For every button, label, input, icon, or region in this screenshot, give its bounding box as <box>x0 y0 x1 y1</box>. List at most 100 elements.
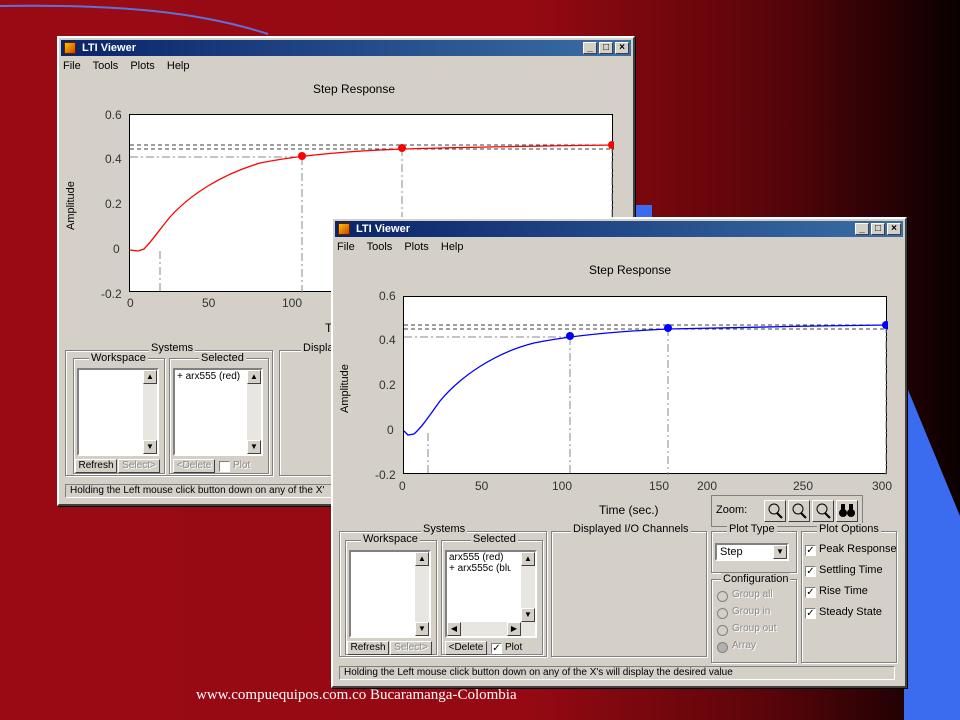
y-tick: 0.6 <box>105 108 122 122</box>
x-tick: 150 <box>649 479 670 493</box>
x-tick: 0 <box>127 296 134 310</box>
menu-file[interactable]: File <box>337 241 355 253</box>
close-button[interactable]: × <box>887 223 901 235</box>
radio-group-out[interactable] <box>717 625 728 636</box>
io-channels-frame <box>551 531 707 657</box>
zoom-in-x-button[interactable] <box>764 500 786 522</box>
scroll-left-icon[interactable]: ◀ <box>447 622 461 636</box>
systems-label: Systems <box>421 523 468 535</box>
step-response-plot <box>404 321 888 475</box>
scroll-up-icon[interactable]: ▲ <box>415 552 429 566</box>
selected-label: Selected <box>199 352 246 364</box>
radio-label: Group out <box>732 623 777 634</box>
minimize-button[interactable]: _ <box>855 223 869 235</box>
select-button[interactable]: Select> <box>390 641 432 655</box>
scroll-up-icon[interactable]: ▲ <box>521 552 535 566</box>
scroll-down-icon[interactable]: ▼ <box>521 608 535 622</box>
list-item[interactable]: + arx555c (blue <box>447 563 511 574</box>
blue-step-curve <box>404 324 888 436</box>
peak-marker <box>608 141 614 149</box>
x-tick: 300 <box>872 479 893 493</box>
workspace-label: Workspace <box>89 352 148 364</box>
plot-type-select[interactable]: Step ▼ <box>715 543 789 561</box>
scroll-down-icon[interactable]: ▼ <box>415 622 429 636</box>
workspace-list[interactable]: ▲ ▼ <box>77 368 159 456</box>
close-button[interactable]: × <box>615 42 629 54</box>
plot-checkbox[interactable] <box>219 461 230 472</box>
window-title: LTI Viewer <box>356 223 411 235</box>
status-bar: Holding the Left mouse click button down… <box>339 666 895 680</box>
plot-type-label: Plot Type <box>727 523 777 535</box>
y-axis-label: Amplitude <box>339 364 351 413</box>
matlab-icon <box>338 223 350 235</box>
y-tick: 0.4 <box>379 333 396 347</box>
scroll-up-icon[interactable]: ▲ <box>247 370 261 384</box>
footer-text: www.compuequipos.com.co Bucaramanga-Colo… <box>196 687 517 703</box>
radio-group-all[interactable] <box>717 591 728 602</box>
menu-file[interactable]: File <box>63 60 81 72</box>
rise-time-checkbox[interactable]: ✓ <box>805 587 816 598</box>
y-tick: 0 <box>387 423 394 437</box>
menu-plots[interactable]: Plots <box>130 60 154 72</box>
magnifier-icon <box>816 503 831 519</box>
x-tick: 250 <box>793 479 814 493</box>
select-button[interactable]: Select> <box>118 459 160 473</box>
delete-button[interactable]: <Delete <box>445 641 487 655</box>
window-title: LTI Viewer <box>82 42 137 54</box>
magnifier-icon <box>768 503 783 519</box>
radio-group-in[interactable] <box>717 608 728 619</box>
scroll-down-icon[interactable]: ▼ <box>247 440 261 454</box>
selected-scrollbar[interactable]: ▲ ▼ <box>521 552 535 622</box>
radio-array[interactable] <box>717 642 728 653</box>
refresh-button[interactable]: Refresh <box>75 459 117 473</box>
menu-tools[interactable]: Tools <box>93 60 119 72</box>
steady-state-checkbox[interactable]: ✓ <box>805 608 816 619</box>
chevron-down-icon[interactable]: ▼ <box>773 545 787 559</box>
workspace-scrollbar[interactable]: ▲ ▼ <box>143 370 157 454</box>
scroll-up-icon[interactable]: ▲ <box>143 370 157 384</box>
minimize-button[interactable]: _ <box>583 42 597 54</box>
maximize-button[interactable]: □ <box>599 42 613 54</box>
scroll-right-icon[interactable]: ▶ <box>507 622 521 636</box>
io-channels-label: Displayed I/O Channels <box>571 523 691 535</box>
workspace-list[interactable]: ▲ ▼ <box>349 550 431 638</box>
settling-time-checkbox[interactable]: ✓ <box>805 566 816 577</box>
zoom-out-button[interactable] <box>812 500 834 522</box>
plot-checkbox-label: Plot <box>505 642 523 653</box>
peak-response-label: Peak Response <box>819 543 897 555</box>
rise-time-label: Rise Time <box>819 585 868 597</box>
horizontal-scrollbar[interactable]: ◀ ▶ <box>447 622 535 636</box>
menu-help[interactable]: Help <box>167 60 190 72</box>
binoculars-button[interactable] <box>836 500 858 522</box>
settling-time-marker <box>566 332 574 340</box>
refresh-button[interactable]: Refresh <box>347 641 389 655</box>
title-bar[interactable]: LTI Viewer _ □ × <box>335 221 903 237</box>
plot-checkbox[interactable]: ✓ <box>491 643 502 654</box>
workspace-scrollbar[interactable]: ▲ ▼ <box>415 552 429 636</box>
zoom-in-y-button[interactable] <box>788 500 810 522</box>
x-axis-label: Time (sec.) <box>599 503 659 517</box>
plot-type-value: Step <box>720 546 743 558</box>
step-response-axes[interactable] <box>403 296 888 475</box>
title-bar[interactable]: LTI Viewer _ □ × <box>61 40 631 56</box>
y-tick: -0.2 <box>101 287 122 301</box>
peak-response-checkbox[interactable]: ✓ <box>805 545 816 556</box>
plot-title: Step Response <box>312 82 396 96</box>
selected-list[interactable]: arx555 (red) + arx555c (blue ▲ ▼ ◀ ▶ <box>445 550 537 638</box>
maximize-button[interactable]: □ <box>871 223 885 235</box>
menu-tools[interactable]: Tools <box>367 241 393 253</box>
selected-scrollbar[interactable]: ▲ ▼ <box>247 370 261 454</box>
y-axis-label: Amplitude <box>65 181 77 230</box>
delete-button[interactable]: <Delete <box>173 459 215 473</box>
blue-shape-right <box>904 380 960 720</box>
selected-list[interactable]: + arx555 (red) ▲ ▼ <box>173 368 263 456</box>
x-tick: 100 <box>282 296 303 310</box>
menu-help[interactable]: Help <box>441 241 464 253</box>
y-tick: 0.6 <box>379 289 396 303</box>
menu-plots[interactable]: Plots <box>404 241 428 253</box>
peak-marker <box>882 321 888 329</box>
plot-checkbox-label: Plot <box>233 460 251 471</box>
menu-bar: File Tools Plots Help <box>63 58 199 74</box>
systems-label: Systems <box>149 342 196 354</box>
scroll-down-icon[interactable]: ▼ <box>143 440 157 454</box>
